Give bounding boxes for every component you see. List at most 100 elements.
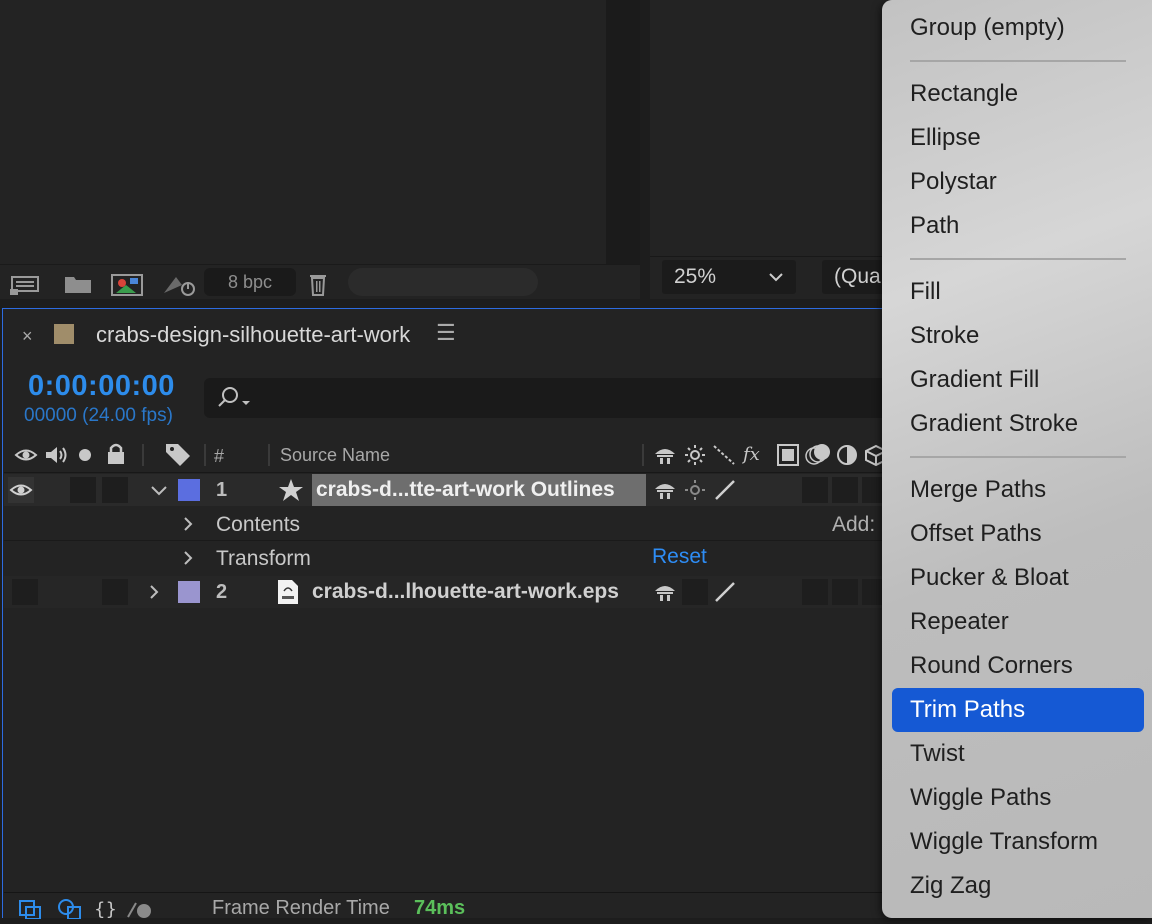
new-folder-icon[interactable] (64, 273, 91, 295)
motion-blur-toggle[interactable] (802, 579, 828, 605)
layer-column-header: # Source Name fx (4, 438, 890, 473)
visibility-toggle[interactable] (12, 579, 38, 605)
lock-toggle[interactable] (102, 579, 128, 605)
add-shape-context-menu: Group (empty) Rectangle Ellipse Polystar… (882, 0, 1152, 918)
comp-flowchart-icon[interactable] (18, 899, 42, 924)
menu-item-polystar[interactable]: Polystar (910, 168, 997, 196)
chevron-right-icon[interactable] (180, 514, 196, 539)
column-divider (642, 444, 644, 466)
motion-blur-icon[interactable] (804, 442, 832, 471)
collapse-switch-icon[interactable] (684, 479, 706, 506)
chevron-right-icon[interactable] (146, 582, 162, 607)
solo-toggle[interactable] (70, 477, 96, 503)
bit-depth-button[interactable]: 8 bpc (204, 268, 296, 296)
eps-file-icon (276, 579, 300, 610)
menu-item-gradient-fill[interactable]: Gradient Fill (910, 366, 1039, 394)
column-divider (204, 444, 206, 466)
menu-item-wiggle-paths[interactable]: Wiggle Paths (910, 784, 1051, 812)
current-time-display[interactable]: 0:00:00:00 (28, 370, 175, 403)
frame-render-time-value: 74ms (414, 897, 466, 919)
audio-speaker-icon[interactable] (44, 444, 70, 471)
transform-group-label[interactable]: Transform (216, 547, 311, 571)
shy-switch-icon[interactable] (652, 478, 678, 507)
menu-item-fill[interactable]: Fill (910, 278, 941, 306)
chevron-right-icon[interactable] (180, 548, 196, 573)
layer-name[interactable]: crabs-d...lhouette-art-work.eps (312, 580, 619, 604)
menu-item-pucker-bloat[interactable]: Pucker & Bloat (910, 564, 1069, 592)
layer-number: 2 (216, 581, 228, 603)
layer-number: 1 (216, 479, 228, 501)
menu-item-ellipse[interactable]: Ellipse (910, 124, 981, 152)
frame-number-display: 00000 (24.00 fps) (24, 405, 173, 426)
chevron-down-icon (768, 260, 784, 307)
trash-icon[interactable] (306, 273, 332, 296)
motion-graph-icon[interactable] (126, 897, 156, 924)
layer-row[interactable]: 2 crabs-d...lhouette-art-work.eps (4, 576, 890, 608)
shape-layer-star-icon (278, 478, 304, 507)
layer-row[interactable]: 1 crabs-d...tte-art-work Outlines (4, 474, 890, 506)
quality-switch-icon[interactable] (712, 478, 738, 507)
adjustment-layer-icon[interactable] (836, 444, 858, 471)
menu-item-path[interactable]: Path (910, 212, 959, 240)
visibility-eye-icon[interactable] (14, 444, 38, 471)
shy-icon[interactable] (652, 444, 678, 471)
adjustment-toggle[interactable] (832, 477, 858, 503)
lock-toggle[interactable] (102, 477, 128, 503)
project-toolbar: 8 bpc (0, 264, 640, 299)
layer-search-input[interactable] (204, 378, 904, 418)
layer-label-color[interactable] (178, 479, 200, 501)
panel-divider (606, 0, 640, 298)
menu-item-rectangle[interactable]: Rectangle (910, 80, 1018, 108)
reset-link[interactable]: Reset (652, 545, 707, 569)
contents-group-label[interactable]: Contents (216, 513, 300, 537)
menu-item-repeater[interactable]: Repeater (910, 608, 1009, 636)
search-icon[interactable] (214, 384, 254, 412)
menu-item-trim-paths[interactable]: Trim Paths (910, 696, 1025, 724)
panel-menu-icon[interactable]: ☰ (436, 320, 456, 346)
interpret-footage-icon[interactable] (10, 273, 39, 295)
svg-text:fx: fx (742, 444, 760, 465)
zoom-value: 25% (674, 265, 717, 288)
collapse-sun-icon[interactable] (684, 444, 706, 471)
add-button[interactable]: Add: (832, 513, 875, 537)
adjustment-toggle[interactable] (832, 579, 858, 605)
layer-name[interactable]: crabs-d...tte-art-work Outlines (316, 478, 615, 502)
motion-blur-toggle[interactable] (802, 477, 828, 503)
expression-braces-icon[interactable]: {} (94, 897, 118, 924)
property-row[interactable]: Contents (4, 508, 890, 541)
quality-switch-icon[interactable] (712, 580, 738, 609)
source-name-column-header[interactable]: Source Name (280, 445, 390, 466)
label-tag-icon[interactable] (164, 442, 192, 471)
frame-render-time-label: Frame Render Time (212, 897, 390, 919)
project-settings-icon[interactable] (162, 273, 195, 296)
solo-dot-icon[interactable] (78, 448, 92, 467)
frame-blending-icon[interactable] (776, 443, 800, 472)
column-divider (142, 444, 144, 466)
chevron-down-icon[interactable] (148, 480, 170, 505)
close-icon[interactable]: × (22, 326, 33, 347)
layer-switches-icon[interactable] (56, 897, 82, 924)
collapse-toggle[interactable] (682, 579, 708, 605)
project-panel (0, 0, 640, 298)
new-composition-icon[interactable] (110, 273, 143, 296)
menu-item-zig-zag[interactable]: Zig Zag (910, 872, 991, 900)
menu-item-offset-paths[interactable]: Offset Paths (910, 520, 1042, 548)
visibility-toggle[interactable] (8, 477, 34, 503)
svg-text:{}: {} (94, 899, 117, 919)
menu-item-gradient-stroke[interactable]: Gradient Stroke (910, 410, 1078, 438)
effects-fx-icon[interactable]: fx (741, 442, 768, 471)
quality-stair-icon[interactable] (712, 444, 736, 471)
menu-item-twist[interactable]: Twist (910, 740, 965, 768)
menu-item-stroke[interactable]: Stroke (910, 322, 979, 350)
menu-item-wiggle-transform[interactable]: Wiggle Transform (910, 828, 1098, 856)
magnification-dropdown[interactable]: 25% (662, 260, 796, 294)
menu-item-round-corners[interactable]: Round Corners (910, 652, 1073, 680)
property-row[interactable]: Transform (4, 542, 890, 574)
menu-item-merge-paths[interactable]: Merge Paths (910, 476, 1046, 504)
timeline-tab-title[interactable]: crabs-design-silhouette-art-work (96, 322, 410, 348)
lock-icon[interactable] (106, 442, 126, 471)
menu-item-group-empty[interactable]: Group (empty) (910, 14, 1065, 42)
menu-separator (910, 258, 1126, 260)
layer-label-color[interactable] (178, 581, 200, 603)
shy-switch-icon[interactable] (652, 580, 678, 609)
